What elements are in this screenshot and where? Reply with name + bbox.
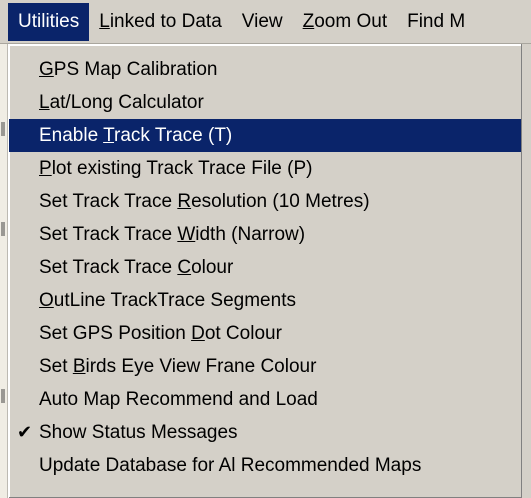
menu-item-show-status-messages[interactable]: ✔ Show Status Messages — [9, 416, 525, 449]
menu-item-gps-position-dot-colour[interactable]: Set GPS Position Dot Colour — [9, 317, 525, 350]
menu-utilities[interactable]: Utilities — [8, 2, 90, 41]
background-mark — [1, 389, 5, 403]
background-mark — [1, 222, 5, 236]
menu-item-track-trace-width[interactable]: Set Track Trace Width (Narrow) — [9, 218, 525, 251]
menu-view[interactable]: View — [232, 3, 293, 41]
menu-item-outline-track-trace-segments[interactable]: OutLine TrackTrace Segments — [9, 284, 525, 317]
menu-find[interactable]: Find M — [397, 3, 475, 41]
utilities-dropdown-menu: GPS Map Calibration Lat/Long Calculator … — [8, 44, 531, 498]
menu-bar: Utilities Linked to Data View Zoom Out F… — [0, 0, 531, 44]
menu-linked-to-data[interactable]: Linked to Data — [89, 3, 232, 41]
menu-item-track-trace-colour[interactable]: Set Track Trace Colour — [9, 251, 525, 284]
checkmark-icon: ✔ — [17, 422, 33, 442]
menu-item-gps-map-calibration[interactable]: GPS Map Calibration — [9, 53, 525, 86]
background-mark — [1, 122, 5, 136]
menu-item-birds-eye-frame-colour[interactable]: Set Birds Eye View Frane Colour — [9, 350, 525, 383]
menu-item-track-trace-resolution[interactable]: Set Track Trace Resolution (10 Metres) — [9, 185, 525, 218]
menu-item-enable-track-trace[interactable]: Enable Track Trace (T) — [9, 119, 525, 152]
menu-zoom-out[interactable]: Zoom Out — [293, 3, 397, 41]
menu-item-update-database[interactable]: Update Database for Al Recommended Maps — [9, 449, 525, 482]
menu-item-lat-long-calculator[interactable]: Lat/Long Calculator — [9, 86, 525, 119]
background-window-edge — [0, 44, 8, 498]
window-right-edge — [521, 44, 531, 498]
menu-item-plot-track-trace-file[interactable]: Plot existing Track Trace File (P) — [9, 152, 525, 185]
menu-item-auto-map-recommend[interactable]: Auto Map Recommend and Load — [9, 383, 525, 416]
